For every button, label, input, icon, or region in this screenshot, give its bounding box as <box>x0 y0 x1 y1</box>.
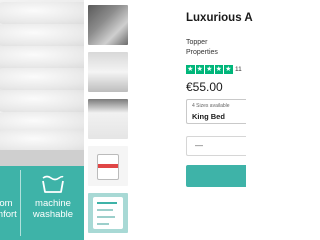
thumbnail-5[interactable] <box>88 193 128 233</box>
feature-banner: om mfort machine washable <box>0 166 84 240</box>
size-selector-label: 4 Sizes available <box>192 103 230 109</box>
thumbnail-4[interactable] <box>88 146 128 186</box>
comfort-text-2: mfort <box>0 209 17 220</box>
thumbnail-2[interactable] <box>88 52 128 92</box>
vendor-line-2: Properties <box>186 49 218 56</box>
star-icon: ★ <box>195 65 204 74</box>
size-selector-value: King Bed <box>192 112 225 121</box>
vendor-line-1: Topper <box>186 39 208 46</box>
feature-divider <box>20 170 21 236</box>
size-selector[interactable]: 4 Sizes available King Bed <box>186 99 246 124</box>
quantity-stepper[interactable]: — <box>186 136 246 156</box>
product-vendor: Topper Properties <box>186 38 218 58</box>
wash-basin-icon <box>42 175 64 193</box>
star-icon: ★ <box>214 65 223 74</box>
add-to-cart-button[interactable] <box>186 165 246 187</box>
product-title: Luxurious A <box>186 12 253 24</box>
star-icon: ★ <box>186 65 195 74</box>
thumbnail-3[interactable] <box>88 99 128 139</box>
star-icon: ★ <box>224 65 233 74</box>
info-card-image <box>93 197 123 229</box>
machine-text: machine <box>35 198 71 209</box>
main-product-image[interactable] <box>0 0 84 166</box>
thumbnail-1[interactable] <box>88 5 128 45</box>
comfort-text-1: om <box>0 198 13 209</box>
comfort-feature: om mfort <box>0 172 20 232</box>
packaging-image <box>97 154 119 180</box>
washable-text: washable <box>32 209 74 220</box>
star-icon: ★ <box>205 65 214 74</box>
product-price: €55.00 <box>186 80 223 94</box>
washable-feature: machine washable <box>24 172 82 232</box>
rating-count[interactable]: 11 <box>235 66 242 73</box>
quantity-decrease-button[interactable]: — <box>195 141 203 150</box>
